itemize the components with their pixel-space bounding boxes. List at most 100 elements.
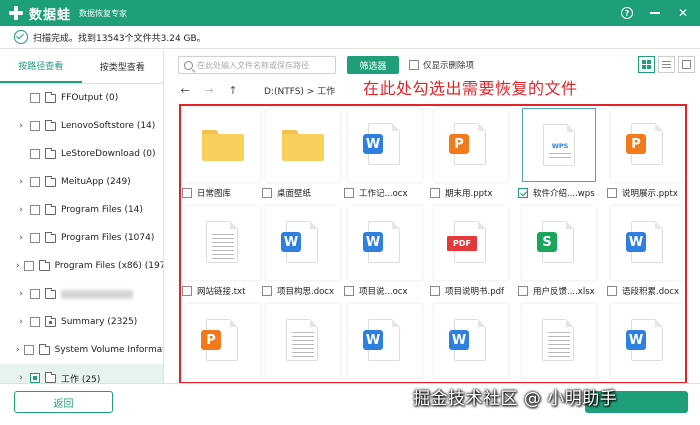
up-arrow-icon[interactable]: ↑ — [224, 84, 242, 97]
sidebar-item[interactable]: › Program Files (x86) (1976 — [0, 252, 163, 280]
folder-icon — [202, 130, 244, 161]
deleted-only-checkbox[interactable] — [409, 60, 419, 70]
file-checkbox[interactable] — [344, 188, 354, 198]
file-type-badge: W — [449, 330, 469, 350]
file-name: 项目说明书.pdf — [445, 287, 504, 297]
filter-button[interactable]: 筛选器 — [347, 56, 399, 74]
sidebar-item-checkbox[interactable] — [30, 177, 40, 187]
file-tile[interactable]: S — [522, 206, 596, 280]
word-doc-icon: W — [363, 221, 400, 263]
help-button[interactable]: ? — [616, 2, 638, 24]
expand-chevron-icon[interactable]: › — [16, 261, 20, 271]
expand-chevron-icon[interactable]: › — [16, 233, 26, 243]
sidebar-item[interactable]: › Program Files (14) — [0, 196, 163, 224]
sidebar-item-label: Program Files (1074) — [61, 233, 155, 243]
folder-icon — [45, 287, 56, 299]
file-tile[interactable]: W — [348, 108, 422, 182]
back-arrow-icon[interactable]: ← — [176, 84, 194, 97]
file-tile[interactable] — [186, 108, 260, 182]
file-label-row: 软件介绍....wps — [518, 187, 595, 199]
file-label-row: 项目说...ocx — [344, 285, 408, 297]
sidebar: 按路径查看 按类型查看 ›FFOutput (0)›LenovoSoftstor… — [0, 50, 164, 383]
file-checkbox[interactable] — [262, 188, 272, 198]
expand-chevron-icon[interactable]: › — [16, 317, 26, 327]
expand-chevron-icon[interactable]: › — [16, 345, 20, 355]
app-subtitle: 数据恢复专家 — [79, 8, 128, 18]
sidebar-item[interactable]: › Program Files (1074) — [0, 224, 163, 252]
expand-chevron-icon[interactable]: › — [16, 121, 26, 131]
folder-icon — [45, 91, 56, 103]
detail-view-button[interactable] — [678, 56, 695, 73]
sidebar-item[interactable]: ›LeStoreDownload (0) — [0, 140, 163, 168]
file-checkbox[interactable] — [430, 188, 440, 198]
file-type-badge: W — [363, 232, 383, 252]
file-checkbox[interactable] — [344, 286, 354, 296]
file-tile[interactable]: P — [186, 304, 260, 378]
file-checkbox[interactable] — [518, 188, 528, 198]
file-tile[interactable]: P — [611, 108, 685, 182]
file-type-badge: PDF — [447, 236, 477, 251]
file-checkbox[interactable] — [262, 286, 272, 296]
file-checkbox[interactable] — [182, 188, 192, 198]
sidebar-item[interactable]: › System Volume Informati — [0, 336, 163, 364]
sidebar-item-checkbox[interactable] — [30, 121, 40, 131]
file-checkbox[interactable] — [182, 286, 192, 296]
expand-chevron-icon[interactable]: › — [16, 373, 26, 383]
sidebar-item[interactable]: › Summary (2325) — [0, 308, 163, 336]
sidebar-item-checkbox[interactable] — [30, 149, 40, 159]
sidebar-item-checkbox[interactable] — [23, 345, 34, 355]
sidebar-item-checkbox[interactable] — [30, 289, 40, 299]
sidebar-item-checkbox[interactable] — [23, 261, 34, 271]
list-view-button[interactable] — [658, 56, 675, 73]
file-tile[interactable]: W — [348, 304, 422, 378]
sidebar-item-checkbox[interactable] — [30, 317, 40, 327]
close-button[interactable]: ✕ — [672, 2, 694, 24]
file-checkbox[interactable] — [430, 286, 440, 296]
file-tile[interactable]: W — [434, 304, 508, 378]
sidebar-item-label: MeituApp (249) — [61, 177, 131, 187]
sidebar-item[interactable]: › LenovoSoftstore (14) — [0, 112, 163, 140]
file-checkbox[interactable] — [607, 188, 617, 198]
status-bar: 扫描完成。找到13543个文件共3.24 GB。 — [0, 26, 700, 49]
file-checkbox[interactable] — [607, 286, 617, 296]
sidebar-item-checkbox[interactable] — [30, 93, 40, 103]
file-tile[interactable] — [186, 206, 260, 280]
search-box[interactable] — [178, 56, 336, 74]
file-tile[interactable] — [266, 108, 340, 182]
sidebar-item-checkbox[interactable] — [30, 233, 40, 243]
search-input[interactable] — [197, 60, 327, 70]
deleted-only-toggle[interactable]: 仅显示删除项 — [409, 59, 474, 71]
sidebar-item-checkbox[interactable] — [30, 373, 40, 383]
file-name: 桌面壁纸 — [277, 189, 312, 199]
grid-view-button[interactable] — [638, 56, 655, 73]
expand-chevron-icon[interactable]: › — [16, 177, 26, 187]
sidebar-item-label: Summary (2325) — [61, 317, 138, 327]
folder-icon — [45, 175, 56, 187]
sidebar-item[interactable]: › MeituApp (249) — [0, 168, 163, 196]
file-checkbox[interactable] — [518, 286, 528, 296]
tab-by-type[interactable]: 按类型查看 — [82, 50, 164, 83]
back-button[interactable]: 返回 — [14, 391, 113, 413]
sidebar-item[interactable]: › — [0, 280, 163, 308]
file-tile[interactable]: PDF — [434, 206, 508, 280]
expand-chevron-icon[interactable]: › — [16, 289, 26, 299]
sidebar-item[interactable]: › 工作 (25) — [0, 364, 163, 383]
file-tile[interactable] — [522, 304, 596, 378]
file-type-badge: W — [626, 232, 646, 252]
minimize-button[interactable] — [644, 2, 666, 24]
file-tile[interactable]: W — [611, 304, 685, 378]
file-tile[interactable]: W — [348, 206, 422, 280]
file-tile[interactable] — [266, 304, 340, 378]
sidebar-item[interactable]: ›FFOutput (0) — [0, 84, 163, 112]
file-tile[interactable]: WPS — [522, 108, 596, 182]
file-tile[interactable]: P — [434, 108, 508, 182]
forward-arrow-icon[interactable]: → — [200, 84, 218, 97]
sidebar-item-checkbox[interactable] — [30, 205, 40, 215]
word-doc-icon: W — [449, 319, 486, 361]
file-tile[interactable]: W — [266, 206, 340, 280]
tab-by-path[interactable]: 按路径查看 — [0, 50, 82, 83]
file-tile[interactable]: W — [611, 206, 685, 280]
minimize-icon — [650, 12, 660, 14]
expand-chevron-icon[interactable]: › — [16, 205, 26, 215]
file-label-row: 期末用.pptx — [430, 187, 492, 199]
